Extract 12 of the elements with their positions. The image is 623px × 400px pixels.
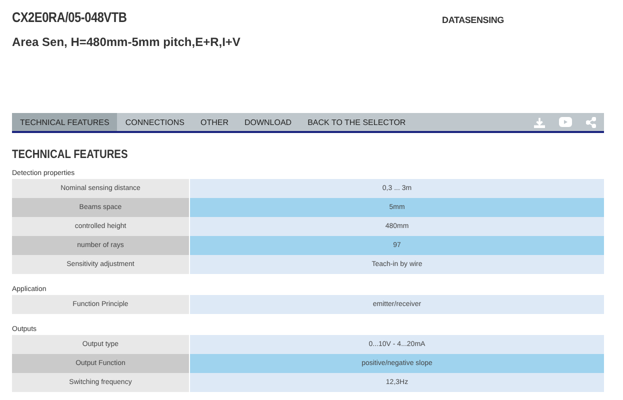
download-icon[interactable] — [534, 116, 545, 128]
nav-tab[interactable]: CONNECTIONS — [117, 113, 192, 131]
section-heading: TECHNICAL FEATURES — [12, 147, 129, 161]
brand-logo: DATASENSING — [442, 15, 504, 25]
nav-tab[interactable]: OTHER — [192, 113, 236, 131]
nav-tab[interactable]: BACK TO THE SELECTOR — [300, 113, 414, 131]
video-play-icon[interactable] — [559, 117, 572, 127]
nav-tab[interactable]: TECHNICAL FEATURES — [12, 113, 118, 131]
product-code: CX2E0RA/05-048VTB — [12, 9, 128, 25]
nav-tab[interactable]: DOWNLOAD — [236, 113, 300, 131]
product-description: Area Sen, H=480mm-5mm pitch,E+R,I+V — [12, 35, 240, 49]
share-icon[interactable] — [586, 116, 596, 128]
